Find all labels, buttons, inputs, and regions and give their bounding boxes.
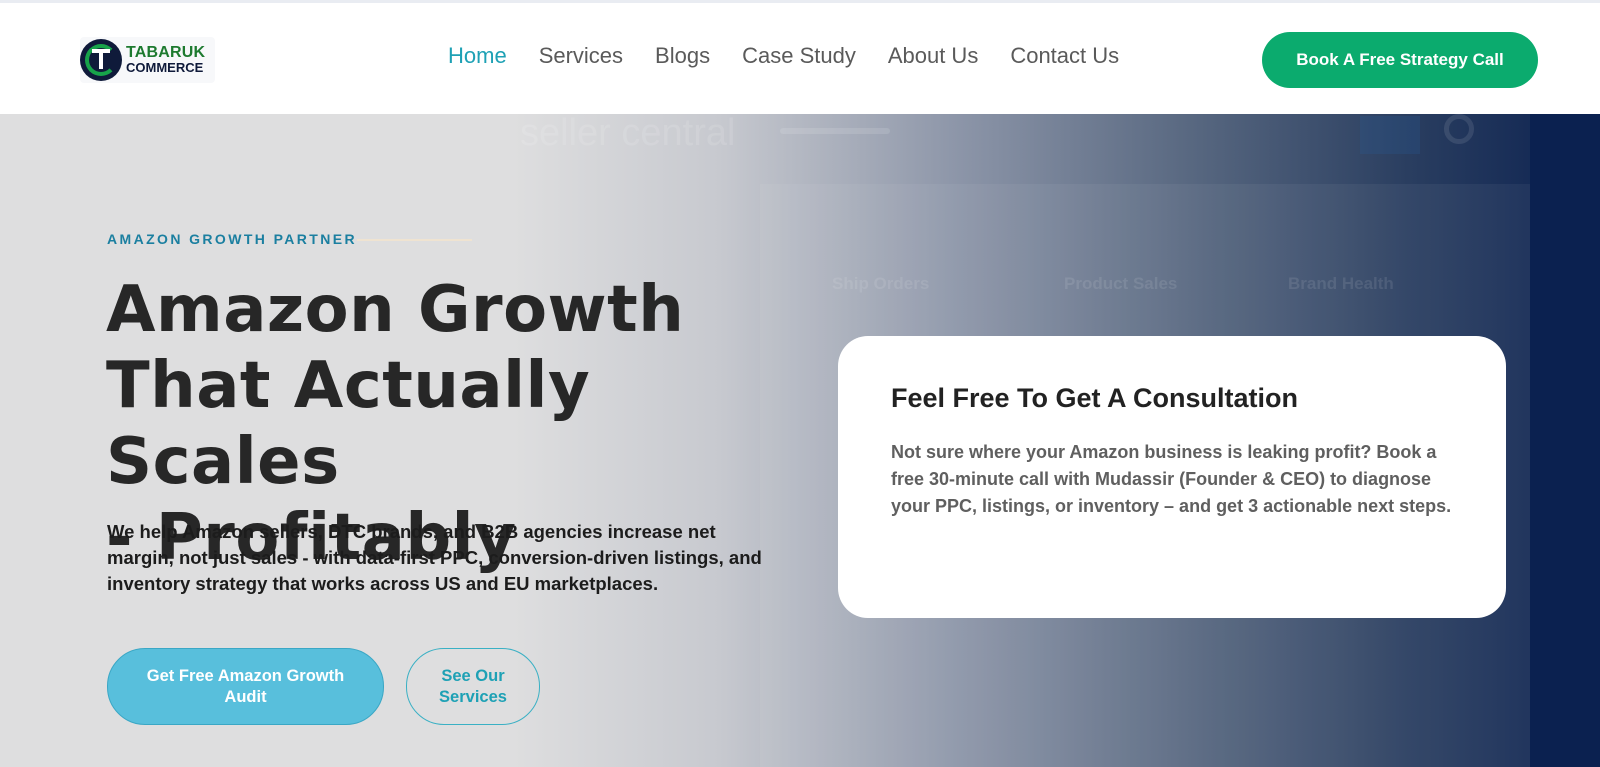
background-ghost-title: seller central	[520, 114, 736, 154]
background-ghost-bar	[780, 128, 890, 134]
hero-dark-edge	[1530, 114, 1600, 767]
eyebrow-divider	[357, 239, 472, 241]
background-search-icon	[1360, 116, 1420, 154]
brand-logo[interactable]: TABARUK COMMERCE	[80, 37, 215, 83]
consultation-body: Not sure where your Amazon business is l…	[891, 442, 1452, 516]
nav-about-us[interactable]: About Us	[888, 43, 979, 69]
main-nav: Home Services Blogs Case Study About Us …	[448, 43, 1151, 69]
hero-lead: We help Amazon sellers, DTC brands, and …	[107, 521, 762, 594]
hero-title-line2: That Actually Scales	[106, 349, 591, 499]
background-tab-ship-orders: Ship Orders	[832, 274, 930, 293]
nav-services[interactable]: Services	[539, 43, 623, 69]
nav-contact-us[interactable]: Contact Us	[1010, 43, 1119, 69]
free-audit-button[interactable]: Get Free Amazon Growth Audit	[107, 648, 384, 725]
nav-case-study[interactable]: Case Study	[742, 43, 856, 69]
hero-section: seller central Ship Orders Product Sales…	[0, 114, 1600, 767]
hero-eyebrow: AMAZON GROWTH PARTNER	[107, 231, 358, 247]
hero-title-line1: Amazon Growth	[106, 273, 685, 347]
background-tab-brand-health: Brand Health	[1288, 274, 1394, 293]
nav-home[interactable]: Home	[448, 43, 507, 69]
nav-blogs[interactable]: Blogs	[655, 43, 710, 69]
logo-line1: TABARUK	[126, 44, 206, 61]
consultation-title: Feel Free To Get A Consultation	[891, 383, 1299, 413]
logo-text: TABARUK COMMERCE	[126, 44, 206, 76]
consultation-card: Feel Free To Get A Consultation Not sure…	[838, 336, 1506, 618]
logo-icon	[80, 39, 122, 81]
background-tab-product-sales: Product Sales	[1064, 274, 1178, 293]
see-services-button[interactable]: See Our Services	[406, 648, 540, 725]
logo-line2: COMMERCE	[126, 60, 204, 75]
book-strategy-call-button[interactable]: Book A Free Strategy Call	[1262, 32, 1538, 88]
site-header: TABARUK COMMERCE Home Services Blogs Cas…	[0, 3, 1600, 114]
background-gear-icon	[1444, 114, 1474, 144]
